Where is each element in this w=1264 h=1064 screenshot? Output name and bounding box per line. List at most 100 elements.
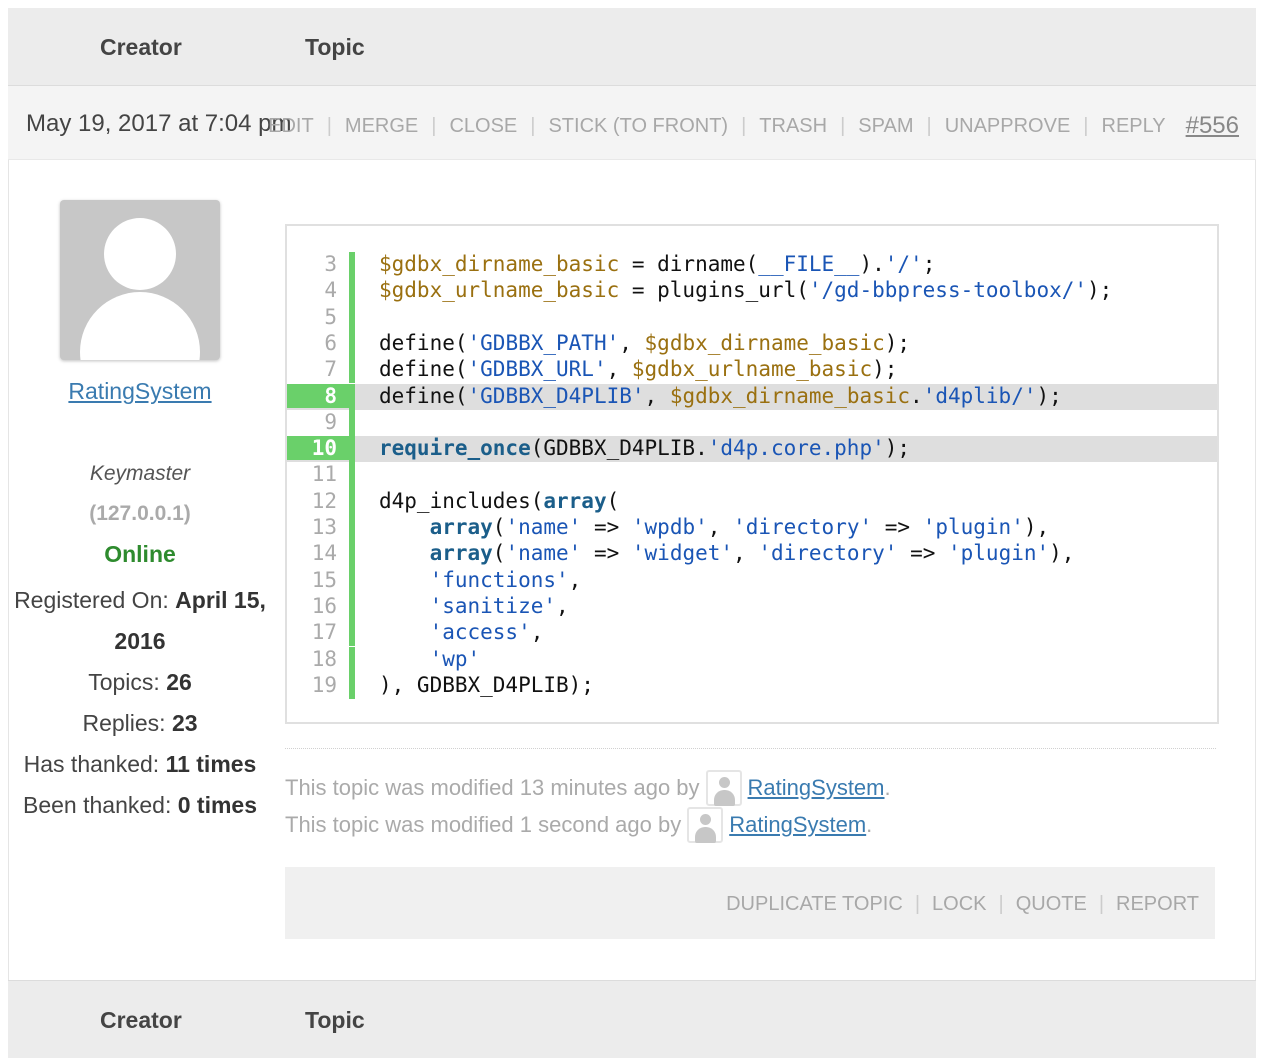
code-line: 14 array('name' => 'widget', 'directory'… [287, 541, 1217, 568]
code-text: ), GDBBX_D4PLIB); [379, 672, 594, 697]
code-line: 18 'wp' [287, 646, 1217, 673]
footer-action-links: DUPLICATE TOPIC | LOCK | QUOTE | REPORT [726, 893, 1199, 916]
line-number: 10 [287, 436, 349, 461]
edit-link[interactable]: EDIT [268, 115, 314, 138]
gutter-bar [349, 488, 355, 515]
post-meta-bar: May 19, 2017 at 7:04 pm EDIT | MERGE | CLOSE… [8, 86, 1256, 160]
gutter-bar [349, 409, 355, 437]
author-name-link[interactable]: RatingSystem [8, 378, 272, 405]
gutter-bar [349, 462, 355, 489]
merge-link[interactable]: MERGE [345, 115, 418, 138]
code-line: 13 array('name' => 'wpdb', 'directory' =… [287, 515, 1217, 542]
line-number: 3 [324, 252, 337, 276]
gutter-bar [349, 593, 355, 621]
action-separator: | [431, 114, 437, 137]
column-header-creator: Creator [100, 34, 182, 60]
code-line: 3 $gdbx_dirname_basic = dirname(__FILE__)… [287, 252, 1217, 279]
author-ip: (127.0.0.1) [89, 502, 191, 525]
column-header-topic: Topic [305, 34, 365, 60]
modification-note: This topic was modified 13 minutes ago b… [285, 770, 891, 806]
report-link[interactable]: REPORT [1116, 893, 1199, 916]
line-number: 7 [324, 357, 337, 382]
code-text: 'sanitize', [429, 593, 569, 618]
gutter-bar [349, 620, 355, 647]
action-separator: | [530, 114, 536, 137]
author-topics: Topics: 26 [88, 669, 192, 695]
line-number: 18 [311, 646, 337, 671]
action-separator: | [914, 893, 921, 915]
action-separator: | [741, 114, 747, 137]
modification-note: This topic was modified 1 second ago by … [285, 807, 872, 843]
user-avatar-icon[interactable] [687, 807, 724, 843]
duplicate-topic-link[interactable]: DUPLICATE TOPIC [726, 893, 903, 916]
code-line: 19), GDBBX_D4PLIB); [287, 672, 1217, 700]
gutter-bar [349, 541, 355, 568]
table-header-bottom: Creator Topic [8, 980, 1256, 1058]
line-number: 15 [311, 567, 337, 592]
code-line: 10 require_once(GDBBX_D4PLIB.'d4p.core.ph… [287, 436, 1217, 463]
code-text: define('GDBBX_URL', $gdbx_urlname_basic)… [379, 357, 898, 382]
author-registered: Registered On: April 15, 2016 [14, 587, 266, 654]
code-line: 11 [287, 462, 1217, 489]
action-separator: | [998, 893, 1004, 915]
line-number: 6 [324, 330, 337, 355]
code-line: 5 [287, 304, 1217, 331]
author-role: Keymaster [89, 462, 191, 485]
stick-to-front-link[interactable]: STICK (TO FRONT) [548, 115, 728, 138]
code-text: define('GDBBX_D4PLIB', $gdbx_dirname_bas… [379, 383, 1062, 408]
action-separator: | [926, 114, 932, 137]
code-text: array('name' => 'widget', 'directory' =>… [429, 541, 1075, 566]
action-separator: | [1083, 114, 1089, 137]
lock-link[interactable]: LOCK [932, 893, 986, 916]
line-number: 4 [324, 278, 337, 303]
reply-link[interactable]: REPLY [1102, 115, 1166, 138]
column-header-topic: Topic [305, 1007, 365, 1033]
code-line: 6 define('GDBBX_PATH', $gdbx_dirname_basi… [287, 330, 1217, 358]
code-line: 15 'functions', [287, 567, 1217, 594]
unapprove-link[interactable]: UNAPPROVE [945, 115, 1071, 138]
gutter-bar [349, 567, 355, 594]
trash-link[interactable]: TRASH [759, 115, 827, 138]
code-block: 3 $gdbx_dirname_basic = dirname(__FILE__)… [285, 224, 1219, 724]
gutter-bar [349, 436, 355, 463]
modifier-link[interactable]: RatingSystem [729, 812, 866, 838]
quote-link[interactable]: QUOTE [1016, 893, 1087, 916]
code-text: define('GDBBX_PATH', $gdbx_dirname_basic… [379, 330, 911, 355]
author-replies: Replies: 23 [82, 710, 198, 736]
code-text: $gdbx_dirname_basic = dirname(__FILE__).… [379, 252, 936, 276]
author-stats: Registered On: April 15, 2016 Topics: 26… [8, 580, 272, 826]
code-text: 'wp' [429, 646, 481, 671]
line-number: 13 [311, 515, 337, 539]
table-header-top: Creator Topic [8, 8, 1256, 86]
author-been-thanked: Been thanked: 0 times [23, 792, 257, 818]
post-date: May 19, 2017 at 7:04 pm [26, 110, 292, 137]
code-text: 'functions', [429, 567, 582, 592]
default-user-avatar-icon[interactable] [60, 200, 220, 360]
line-number: 17 [311, 620, 337, 645]
code-text: 'access', [429, 620, 544, 645]
post-permalink[interactable]: #556 [1186, 112, 1239, 140]
code-line: 7 define('GDBBX_URL', $gdbx_urlname_basic… [287, 357, 1217, 384]
code-line: 17 'access', [287, 620, 1217, 647]
user-avatar-icon[interactable] [705, 770, 742, 806]
code-text: array('name' => 'wpdb', 'directory' => '… [429, 515, 1050, 539]
close-link[interactable]: CLOSE [449, 115, 517, 138]
spam-link[interactable]: SPAM [858, 115, 913, 138]
author-online-status: Online [104, 541, 176, 567]
code-line: 12 d4p_includes(array( [287, 488, 1217, 515]
line-number: 5 [324, 304, 337, 329]
gutter-bar [349, 357, 355, 384]
line-number: 11 [311, 462, 337, 487]
author-has-thanked: Has thanked: 11 times [23, 751, 257, 777]
code-line: 16 'sanitize', [287, 593, 1217, 621]
action-separator: | [326, 114, 332, 137]
code-text: require_once(GDBBX_D4PLIB.'d4p.core.php'… [379, 436, 911, 461]
modifier-link[interactable]: RatingSystem [748, 775, 885, 801]
gutter-bar [349, 383, 355, 410]
code-text: $gdbx_urlname_basic = plugins_url('/gd-b… [379, 278, 1113, 303]
gutter-bar [349, 646, 355, 673]
gutter-bar [349, 672, 355, 700]
action-separator: | [840, 114, 846, 137]
column-header-creator: Creator [100, 1007, 182, 1033]
line-number: 9 [324, 409, 337, 434]
